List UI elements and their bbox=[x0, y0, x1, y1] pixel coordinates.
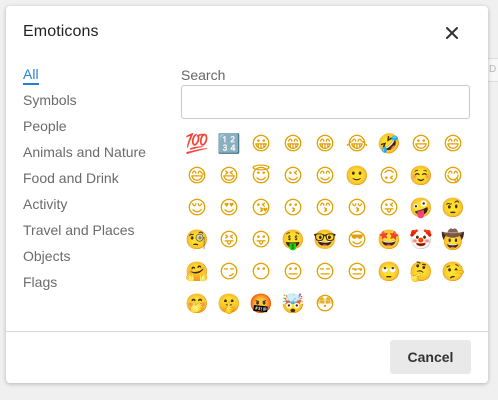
emoji-button[interactable]: 🧐 bbox=[181, 224, 213, 256]
emoji-button[interactable]: 😚 bbox=[341, 192, 373, 224]
emoji-button[interactable]: 😛 bbox=[245, 224, 277, 256]
category-label: Travel and Places bbox=[23, 222, 135, 238]
emoji-button[interactable]: 🤣 bbox=[373, 128, 405, 160]
emoji-button[interactable]: 🤭 bbox=[181, 288, 213, 320]
category-sidebar: All Symbols People Animals and Nature Food a… bbox=[23, 65, 183, 299]
emoji-button[interactable]: 😎 bbox=[341, 224, 373, 256]
emoji-button[interactable]: 🤗 bbox=[181, 256, 213, 288]
emoji-button[interactable]: 🤑 bbox=[277, 224, 309, 256]
emoji-button[interactable]: 🤠 bbox=[437, 224, 469, 256]
category-travel-and-places[interactable]: Travel and Places bbox=[23, 221, 183, 247]
emoticons-dialog: Emoticons All Symbols People Animals and Na… bbox=[6, 6, 488, 383]
category-people[interactable]: People bbox=[23, 117, 183, 143]
category-flags[interactable]: Flags bbox=[23, 273, 183, 299]
emoji-button[interactable]: 😑 bbox=[309, 256, 341, 288]
emoji-button[interactable]: 😐 bbox=[277, 256, 309, 288]
emoji-button[interactable]: 😅 bbox=[181, 160, 213, 192]
category-symbols[interactable]: Symbols bbox=[23, 91, 183, 117]
emoji-button[interactable]: 😂 bbox=[341, 128, 373, 160]
emoji-button[interactable]: 😳 bbox=[309, 288, 341, 320]
dialog-title: Emoticons bbox=[23, 23, 99, 40]
emoji-button[interactable]: 🤔 bbox=[405, 256, 437, 288]
category-all[interactable]: All bbox=[23, 65, 183, 91]
emoji-button[interactable]: 🤨 bbox=[437, 192, 469, 224]
emoji-button[interactable]: 😶 bbox=[245, 256, 277, 288]
category-label: Activity bbox=[23, 196, 68, 212]
emoji-button[interactable]: 🤬 bbox=[245, 288, 277, 320]
emoji-button[interactable]: 😋 bbox=[437, 160, 469, 192]
emoji-button[interactable]: 😉 bbox=[277, 160, 309, 192]
footer-divider bbox=[6, 331, 488, 332]
emoji-button[interactable]: 🙂 bbox=[341, 160, 373, 192]
category-label: Food and Drink bbox=[23, 170, 119, 186]
emoji-button[interactable]: 🤥 bbox=[437, 256, 469, 288]
emoji-button[interactable]: 😀 bbox=[245, 128, 277, 160]
category-label: Objects bbox=[23, 248, 71, 264]
emoji-button[interactable]: 😙 bbox=[309, 192, 341, 224]
emoji-button[interactable]: 😍 bbox=[213, 192, 245, 224]
category-activity[interactable]: Activity bbox=[23, 195, 183, 221]
emoji-button[interactable]: 🤯 bbox=[277, 288, 309, 320]
emoji-button[interactable]: 🤫 bbox=[213, 288, 245, 320]
emoji-button[interactable]: 🤩 bbox=[373, 224, 405, 256]
category-food-and-drink[interactable]: Food and Drink bbox=[23, 169, 183, 195]
cancel-button[interactable]: Cancel bbox=[390, 340, 471, 374]
category-objects[interactable]: Objects bbox=[23, 247, 183, 273]
category-label: Symbols bbox=[23, 92, 77, 108]
close-button[interactable] bbox=[443, 24, 461, 42]
category-animals-and-nature[interactable]: Animals and Nature bbox=[23, 143, 183, 169]
emoji-button[interactable]: 😗 bbox=[277, 192, 309, 224]
emoji-button[interactable]: 🙄 bbox=[373, 256, 405, 288]
emoji-button[interactable]: 🔢 bbox=[213, 128, 245, 160]
category-label: Flags bbox=[23, 274, 58, 290]
emoji-button[interactable]: 😃 bbox=[405, 128, 437, 160]
emoji-button[interactable]: 😁 bbox=[309, 128, 341, 160]
emoji-button[interactable]: 😒 bbox=[341, 256, 373, 288]
emoji-grid: 💯 🔢 😀 😁 😁 😂 🤣 😃 😄 😅 😆 😇 😉 😊 🙂 🙃 ☺️ 😋 😌 😍 😘 😗 😙 😚 😜 🤪 🤨 🧐 😝 😛 🤑 🤓 😎 🤩 🤡 🤠 🤗 😏 😶… bbox=[181, 128, 481, 320]
emoji-button[interactable]: 😆 bbox=[213, 160, 245, 192]
emoji-button[interactable]: ☺️ bbox=[405, 160, 437, 192]
emoji-button[interactable]: 😊 bbox=[309, 160, 341, 192]
emoji-button[interactable]: 🤓 bbox=[309, 224, 341, 256]
emoji-button[interactable]: 😜 bbox=[373, 192, 405, 224]
emoji-button[interactable]: 💯 bbox=[181, 128, 213, 160]
emoji-button[interactable]: 😁 bbox=[277, 128, 309, 160]
emoji-button[interactable]: 😄 bbox=[437, 128, 469, 160]
category-label: People bbox=[23, 118, 67, 134]
emoji-button[interactable]: 😏 bbox=[213, 256, 245, 288]
close-icon bbox=[446, 27, 458, 39]
emoji-button[interactable]: 😘 bbox=[245, 192, 277, 224]
category-label: All bbox=[23, 65, 39, 85]
emoji-button[interactable]: 🤡 bbox=[405, 224, 437, 256]
emoji-button[interactable]: 🤪 bbox=[405, 192, 437, 224]
emoji-button[interactable]: 😝 bbox=[213, 224, 245, 256]
emoji-button[interactable]: 🙃 bbox=[373, 160, 405, 192]
emoji-button[interactable]: 😇 bbox=[245, 160, 277, 192]
search-label: Search bbox=[181, 67, 226, 83]
category-label: Animals and Nature bbox=[23, 144, 146, 160]
search-input[interactable] bbox=[181, 85, 470, 119]
emoji-button[interactable]: 😌 bbox=[181, 192, 213, 224]
